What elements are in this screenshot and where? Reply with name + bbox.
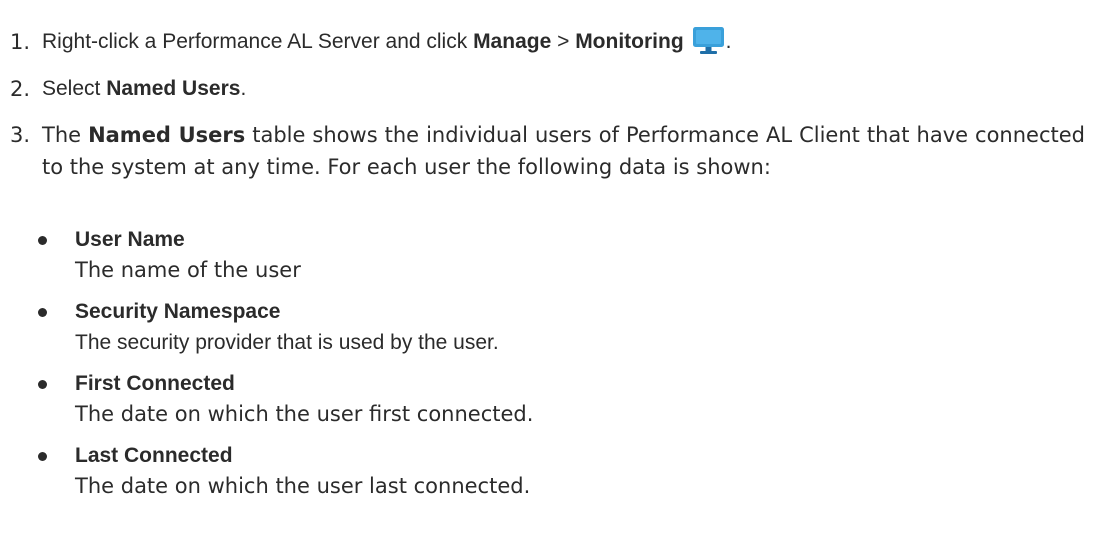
step-2: 2. Select Named Users. bbox=[10, 73, 1085, 105]
step-number: 3. bbox=[10, 123, 31, 147]
step-text: Right-click a Performance AL Server and … bbox=[42, 26, 1085, 65]
step-text-before: The bbox=[42, 123, 89, 147]
list-item: First Connected The date on which the us… bbox=[33, 368, 533, 430]
manage-menu-label: Manage bbox=[473, 30, 552, 53]
named-users-label: Named Users bbox=[88, 123, 246, 147]
field-title: First Connected bbox=[75, 372, 235, 395]
bullet-icon bbox=[38, 380, 47, 389]
step-number: 1. bbox=[10, 30, 31, 54]
step-text: Select Named Users. bbox=[42, 73, 1085, 105]
step-text-before: Select bbox=[42, 77, 107, 100]
field-title: User Name bbox=[75, 228, 185, 251]
step-1: 1. Right-click a Performance AL Server a… bbox=[10, 26, 1085, 65]
list-item: User Name The name of the user bbox=[33, 224, 533, 286]
field-title: Security Namespace bbox=[75, 300, 281, 323]
field-description: The date on which the user first connect… bbox=[75, 402, 534, 426]
step-number: 2. bbox=[10, 77, 31, 101]
monitoring-menu-label: Monitoring bbox=[575, 30, 684, 53]
field-description: The date on which the user last connecte… bbox=[75, 474, 531, 498]
bullet-icon bbox=[38, 452, 47, 461]
list-item: Security Namespace The security provider… bbox=[33, 296, 533, 358]
document-page: 1. Right-click a Performance AL Server a… bbox=[0, 0, 1097, 541]
step-text: The Named Users table shows the individu… bbox=[42, 119, 1085, 183]
field-list: User Name The name of the user Security … bbox=[33, 224, 533, 512]
bullet-icon bbox=[38, 236, 47, 245]
bullet-icon bbox=[38, 308, 47, 317]
list-item: Last Connected The date on which the use… bbox=[33, 440, 533, 502]
step-text-before: Right-click a Performance AL Server and … bbox=[42, 30, 474, 53]
step-text-after: . bbox=[725, 30, 732, 53]
step-3: 3. The Named Users table shows the indiv… bbox=[10, 119, 1085, 183]
named-users-label: Named Users bbox=[106, 77, 241, 100]
step-text-after: . bbox=[240, 77, 247, 100]
field-description: The security provider that is used by th… bbox=[75, 331, 499, 354]
menu-separator: > bbox=[551, 30, 576, 53]
field-description: The name of the user bbox=[75, 258, 301, 282]
monitor-icon bbox=[692, 26, 725, 65]
field-title: Last Connected bbox=[75, 444, 233, 467]
